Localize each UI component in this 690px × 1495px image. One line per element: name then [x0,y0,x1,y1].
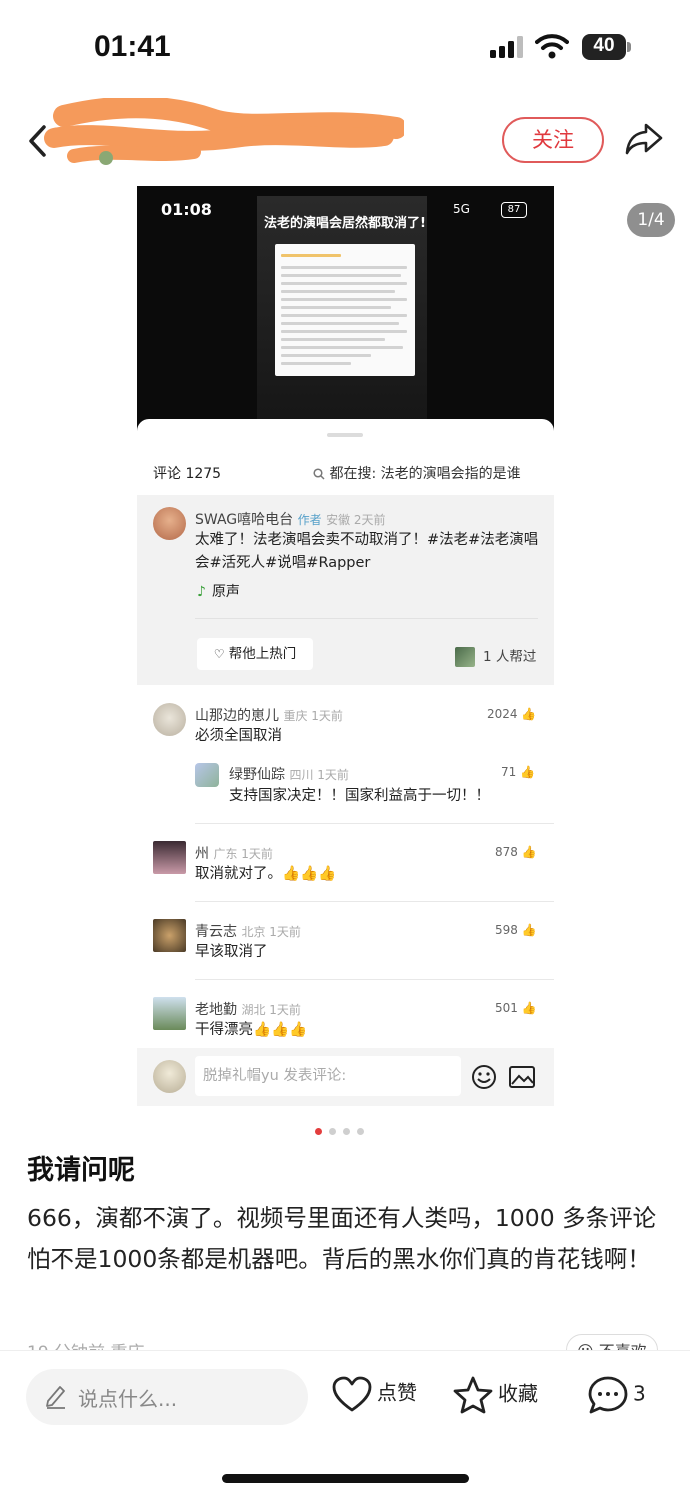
comment-meta: 北京 1天前 [241,925,301,939]
heart-icon [332,1376,372,1412]
redaction-scribble [44,98,404,165]
video-title: 法老的演唱会居然都取消了! [264,216,426,231]
comment-count: 评论 1275 [153,466,222,482]
original-sound[interactable]: ♪ 原声 [197,581,240,601]
comment-input-pill[interactable]: 说点什么... [26,1369,308,1425]
helped-count: 1 人帮过 [455,645,536,667]
comment-input[interactable]: 脱掉礼帽yu 发表评论: [195,1056,461,1096]
comment-username[interactable]: 山那边的崽儿 [195,708,279,724]
wifi-icon [535,34,569,59]
comment-text: 早该取消了 [195,944,268,960]
comment-username[interactable]: 州 [195,846,209,862]
comment-username[interactable]: 青云志 [195,924,237,940]
author-tag: 作者 [297,513,322,527]
collect-label: 收藏 [498,1381,538,1406]
comment-text: 太难了！法老演唱会卖不动取消了！#法老#法老演唱会#活死人#说唱#Rapper [195,532,539,571]
video-frame[interactable]: 01:08 5G 87 法老的演唱会居然都取消了! [137,186,554,436]
thumb-up-icon: 👍 [521,923,537,937]
signal-icon [490,36,523,58]
embedded-screenshot[interactable]: 01:08 5G 87 法老的演唱会居然都取消了! 评论 1275 都在搜: 法… [137,186,554,1106]
star-icon [453,1376,493,1414]
comment-text: 支持国家决定！！国家利益高于一切！！ [229,788,490,804]
status-bar: 01:41 40 [0,0,690,95]
avatar[interactable] [195,763,219,787]
comment-text: 必须全国取消 [195,728,282,744]
comment-input-bar: 脱掉礼帽yu 发表评论: [137,1048,554,1106]
thumb-up-icon: 👍 [521,845,537,859]
promote-button[interactable]: ♡ 帮他上热门 [197,638,313,670]
avatar[interactable] [153,919,186,952]
search-suggestion-text: 都在搜: 法老的演唱会指的是谁 [329,466,521,482]
comment-button[interactable]: 3 [587,1375,646,1415]
avatar[interactable] [153,997,186,1030]
comment-placeholder: 说点什么... [78,1387,178,1411]
like-count[interactable]: 598 👍 [495,923,537,937]
comment-meta: 四川 1天前 [289,768,349,782]
music-note-icon: ♪ [197,584,206,600]
comments-sheet: 评论 1275 都在搜: 法老的演唱会指的是谁 SWAG嘻哈电台 作者 安徽 2… [137,419,554,1106]
pen-icon [46,1386,65,1409]
promote-button-label: 帮他上热门 [228,646,297,662]
sheet-handle[interactable] [327,433,363,437]
comment-text: 取消就对了。👍👍👍 [195,866,337,882]
image-icon[interactable] [508,1065,536,1089]
post-title: 我请问呢 [27,1155,135,1186]
avatar[interactable] [153,1060,186,1093]
original-sound-label: 原声 [211,584,240,600]
like-count[interactable]: 878 👍 [495,845,537,859]
battery-indicator: 40 [582,34,631,60]
avatar[interactable] [153,703,186,736]
comment-meta: 广东 1天前 [213,847,273,861]
like-button[interactable]: 点赞 [331,1375,417,1413]
emoji-icon[interactable] [471,1064,497,1090]
carousel-dots [315,1120,371,1139]
comment-meta: 湖北 1天前 [241,1003,301,1017]
heart-icon: ♡ [213,647,225,661]
search-icon [313,468,325,480]
comment-username[interactable]: 绿野仙踪 [229,767,285,783]
share-icon[interactable] [624,121,664,157]
home-indicator[interactable] [222,1474,469,1483]
status-time: 01:41 [94,30,171,63]
collect-button[interactable]: 收藏 [452,1375,538,1415]
follow-button[interactable]: 关注 [502,117,604,163]
helper-avatar [455,647,475,667]
comment-meta: 重庆 1天前 [283,709,343,723]
helped-count-text: 1 人帮过 [483,649,537,665]
like-count[interactable]: 501 👍 [495,1001,537,1015]
page-indicator: 1/4 [627,203,675,237]
video-notice-card [275,244,415,376]
comment-text: 干得漂亮👍👍👍 [195,1022,308,1038]
author-comment: SWAG嘻哈电台 作者 安徽 2天前 太难了！法老演唱会卖不动取消了！#法老#法… [137,495,554,685]
bottom-action-bar: 说点什么... 点赞 收藏 3 [0,1350,690,1495]
comment-username[interactable]: 老地勤 [195,1002,237,1018]
comment-meta: 安徽 2天前 [326,513,386,527]
comment-icon [588,1376,628,1414]
thumb-up-icon: 👍 [521,1001,537,1015]
comment-username[interactable]: SWAG嘻哈电台 [195,512,293,528]
thumb-up-icon: 👍 [521,707,537,721]
avatar[interactable] [153,841,186,874]
video-status-time: 01:08 [161,200,212,219]
video-network: 5G [453,202,470,216]
avatar[interactable] [153,507,186,540]
thumb-up-icon: 👍 [520,765,536,779]
post-body: 666，演都不演了。视频号里面还有人类吗，1000 多条评论怕不是1000条都是… [27,1204,657,1273]
search-suggestion[interactable]: 都在搜: 法老的演唱会指的是谁 [313,463,521,483]
comment-count: 3 [633,1381,646,1406]
like-count[interactable]: 2024 👍 [487,707,536,721]
like-label: 点赞 [377,1380,417,1405]
like-count[interactable]: 71 👍 [501,765,535,779]
video-battery: 87 [501,202,527,218]
